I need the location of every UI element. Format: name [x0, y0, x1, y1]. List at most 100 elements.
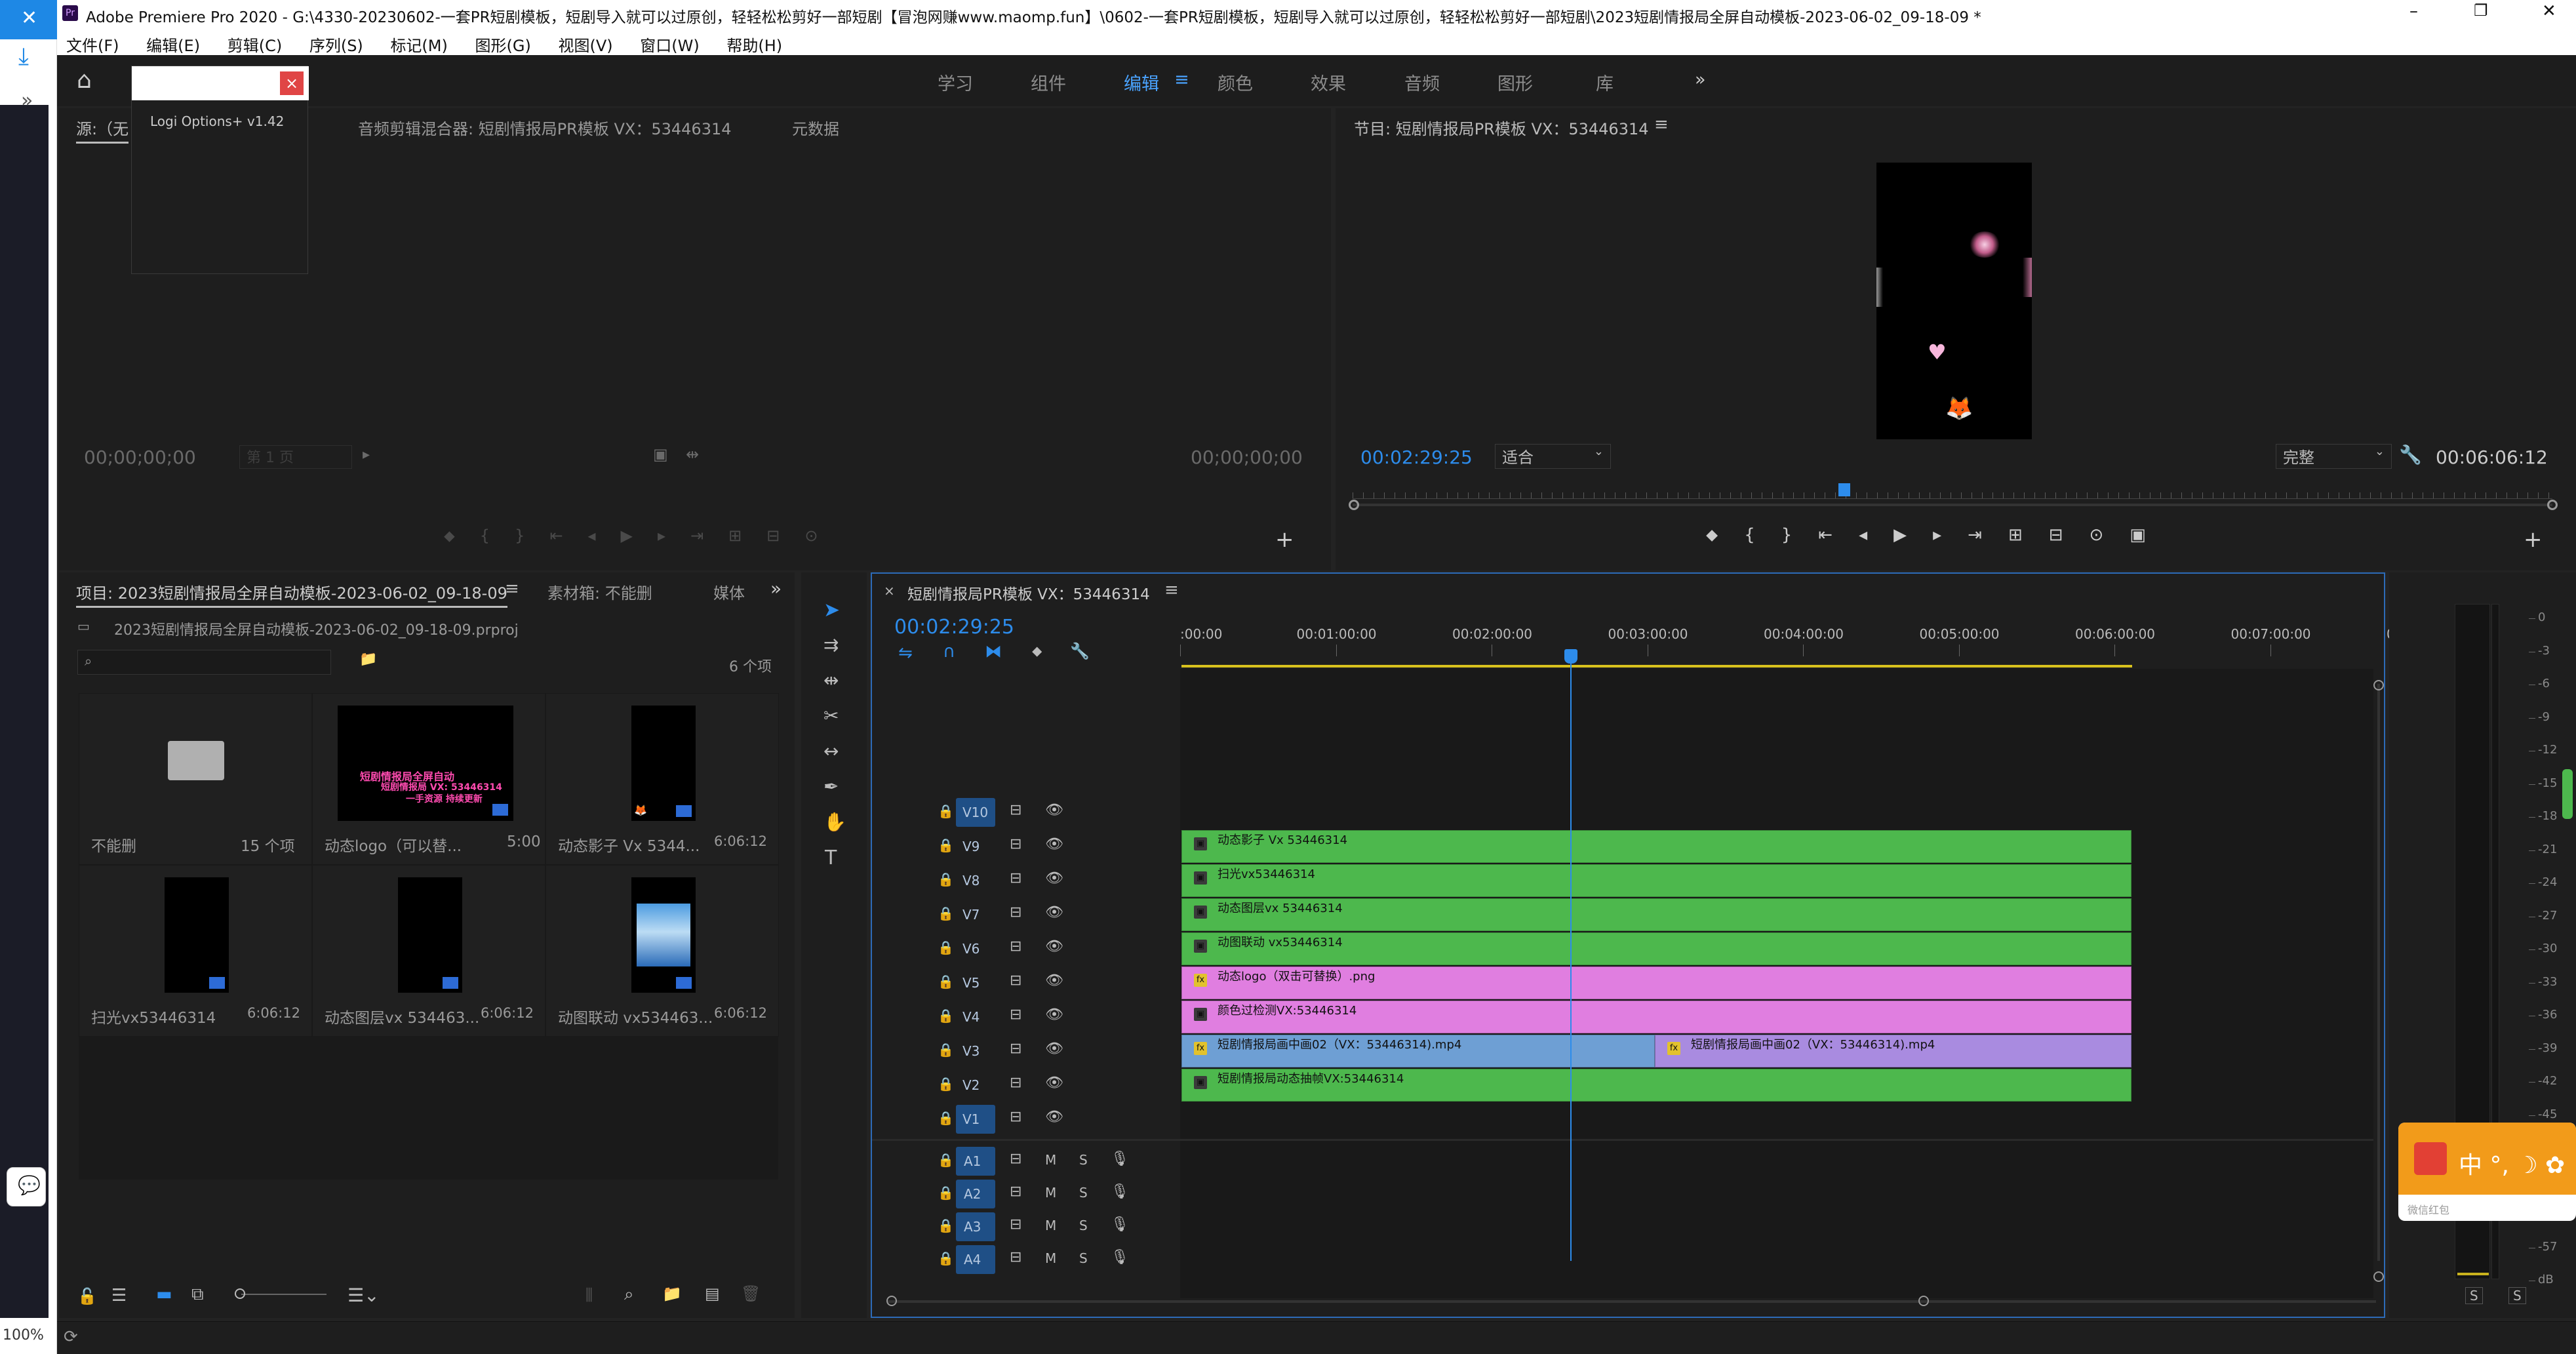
page-next-icon[interactable]: ▸ — [363, 447, 370, 463]
eye-icon[interactable]: 👁 — [1045, 904, 1063, 921]
workspace-libraries[interactable]: 库 — [1596, 70, 1614, 95]
eye-icon[interactable]: 👁 — [1045, 938, 1063, 955]
expand-icon[interactable]: » — [21, 89, 33, 112]
ime-widget[interactable]: 中 °, ☽ ✿ 微信红包 — [2398, 1123, 2576, 1221]
sync-lock-icon[interactable]: ⊟ — [1010, 1006, 1021, 1023]
playhead[interactable] — [1564, 649, 1578, 664]
sync-lock-icon[interactable]: ⊟ — [1010, 1151, 1021, 1167]
project-item-video[interactable]: 动态图层vx 534463... 6:06:12 — [312, 865, 545, 1037]
download-icon[interactable]: ⤓ — [18, 43, 29, 71]
track-target-v4[interactable]: V4 — [956, 1003, 995, 1031]
source-timecode-in[interactable]: 00;00;00;00 — [84, 447, 196, 468]
tab-metadata[interactable]: 元数据 — [792, 116, 839, 139]
sync-lock-icon[interactable]: ⊟ — [1010, 1249, 1021, 1265]
solo-button[interactable]: S — [1079, 1250, 1088, 1266]
menu-edit[interactable]: 编辑(E) — [146, 37, 200, 55]
solo-button[interactable]: S — [1079, 1185, 1088, 1201]
icon-view-icon[interactable]: ▬ — [156, 1284, 172, 1304]
razor-tool-icon[interactable]: ✂ — [823, 705, 839, 727]
lock-icon[interactable]: 🔒 — [938, 1042, 954, 1058]
strip-close-button[interactable]: ✕ — [0, 0, 57, 39]
eye-icon[interactable]: 👁 — [1045, 836, 1063, 852]
lock-icon[interactable]: 🔒 — [938, 1008, 954, 1024]
lock-icon[interactable]: 🔒 — [938, 1076, 954, 1092]
workspace-assembly[interactable]: 组件 — [1031, 70, 1066, 95]
project-item-video[interactable]: 🦊 动态影子 Vx 5344... 6:06:12 — [545, 693, 779, 865]
workspace-learn[interactable]: 学习 — [938, 70, 973, 95]
eye-icon[interactable]: 👁 — [1045, 1041, 1063, 1057]
project-more-icon[interactable]: » — [770, 578, 782, 599]
sync-lock-icon[interactable]: ⊟ — [1010, 972, 1021, 989]
window-close-button[interactable]: ✕ — [2542, 1, 2556, 21]
timeline-clip[interactable]: ▣ 动态影子 Vx 53446314 — [1181, 830, 2131, 863]
hscroll-handle-left[interactable] — [886, 1296, 897, 1306]
workspace-effects[interactable]: 效果 — [1311, 70, 1346, 95]
mute-button[interactable]: M — [1045, 1152, 1056, 1168]
trash-icon[interactable]: 🗑 — [741, 1284, 761, 1303]
fit-select[interactable]: 适合 ⌄ — [1495, 444, 1611, 469]
workspace-more-icon[interactable]: » — [1695, 70, 1706, 90]
page-select[interactable]: 第 1 页 — [239, 445, 352, 469]
tab-media[interactable]: 媒体 — [713, 580, 745, 603]
lock-icon[interactable]: 🔒 — [938, 1110, 954, 1126]
project-item-video[interactable]: 扫光vx53446314 6:06:12 — [79, 865, 312, 1037]
track-target-a4[interactable]: A4 — [956, 1245, 995, 1274]
sync-lock-icon[interactable]: ⊟ — [1010, 1041, 1021, 1057]
project-item-folder[interactable]: 不能删 15 个项 — [79, 693, 312, 865]
find-icon[interactable]: ⌕ — [624, 1284, 634, 1305]
ripple-edit-tool-icon[interactable]: ⇹ — [823, 669, 839, 691]
wrench-icon[interactable]: 🔧 — [2399, 444, 2422, 466]
eye-icon[interactable]: 👁 — [1045, 870, 1063, 886]
workspace-color[interactable]: 颜色 — [1218, 70, 1253, 95]
project-item-logo[interactable]: 短剧情报局全屏自动 短剧情报局 VX: 53446314 一手资源 持续更新 动… — [312, 693, 545, 865]
lock-icon[interactable]: 🔒 — [938, 1185, 954, 1201]
program-menu-icon[interactable]: ≡ — [1654, 115, 1669, 134]
workspace-menu-icon[interactable]: ≡ — [1174, 70, 1189, 90]
pen-tool-icon[interactable]: ✒ — [823, 776, 839, 797]
tab-source[interactable]: 源:（无 — [76, 116, 129, 144]
sync-lock-icon[interactable]: ⊟ — [1010, 1075, 1021, 1091]
timeline-clip[interactable]: ▣ 短剧情报局动态抽帧VX:53446314 — [1181, 1069, 2131, 1102]
timeline-clip[interactable]: ▣ 颜色过检测VX:53446314 — [1181, 1001, 2131, 1033]
workspace-editing[interactable]: 编辑 — [1124, 70, 1159, 95]
mic-icon[interactable]: 🎙 — [1111, 1216, 1129, 1233]
project-menu-icon[interactable]: ≡ — [505, 579, 519, 599]
lock-icon[interactable]: 🔒 — [938, 871, 954, 887]
vscroll-handle-bottom[interactable] — [2373, 1271, 2384, 1282]
vscroll-handle-top[interactable] — [2373, 680, 2384, 690]
track-target-v8[interactable]: V8 — [956, 866, 995, 895]
list-view-icon[interactable]: ☰ — [111, 1286, 127, 1305]
program-transport-controls[interactable]: ⬥{}⇤◂▶▸⇥⊞⊟⊙▣ — [1706, 525, 2172, 546]
sync-lock-icon[interactable]: ⊟ — [1010, 904, 1021, 921]
source-add-button[interactable]: + — [1275, 527, 1294, 553]
track-target-v9[interactable]: V9 — [956, 832, 995, 861]
tab-audio-mixer[interactable]: 音频剪辑混合器: 短剧情报局PR模板 VX：53446314 — [358, 116, 732, 139]
selection-tool-icon[interactable]: ➤ — [823, 599, 840, 622]
track-target-v1[interactable]: V1 — [956, 1105, 995, 1134]
maximize-button[interactable]: ❐ — [2474, 1, 2488, 20]
track-target-v5[interactable]: V5 — [956, 968, 995, 997]
menu-sequence[interactable]: 序列(S) — [309, 37, 363, 55]
timeline-clip[interactable]: fx 动态logo（双击可替换）.png — [1181, 966, 2131, 999]
lock-icon[interactable]: 🔓 — [77, 1287, 97, 1305]
mute-button[interactable]: M — [1045, 1250, 1056, 1266]
lock-icon[interactable]: 🔒 — [938, 1218, 954, 1233]
track-target-a3[interactable]: A3 — [956, 1212, 995, 1241]
sort-icon[interactable]: ☰⌄ — [347, 1284, 380, 1306]
solo-button[interactable]: S — [1079, 1152, 1088, 1168]
sync-lock-icon[interactable]: ⊟ — [1010, 836, 1021, 852]
thumbnail-size-handle[interactable] — [235, 1288, 245, 1299]
eye-icon[interactable]: 👁 — [1045, 1075, 1063, 1091]
type-tool-icon[interactable]: T — [825, 846, 837, 869]
sync-lock-icon[interactable]: ⊟ — [1010, 1184, 1021, 1200]
track-target-v10[interactable]: V10 — [956, 798, 995, 827]
lock-icon[interactable]: 🔒 — [938, 906, 954, 921]
track-target-v3[interactable]: V3 — [956, 1037, 995, 1065]
track-select-tool-icon[interactable]: ⇉ — [823, 634, 839, 656]
track-target-a1[interactable]: A1 — [956, 1147, 995, 1176]
track-target-v6[interactable]: V6 — [956, 934, 995, 963]
freeform-view-icon[interactable]: ⧉ — [191, 1284, 204, 1305]
menu-marker[interactable]: 标记(M) — [390, 37, 447, 55]
mic-icon[interactable]: 🎙 — [1111, 1184, 1129, 1200]
minimize-button[interactable]: – — [2409, 1, 2418, 21]
